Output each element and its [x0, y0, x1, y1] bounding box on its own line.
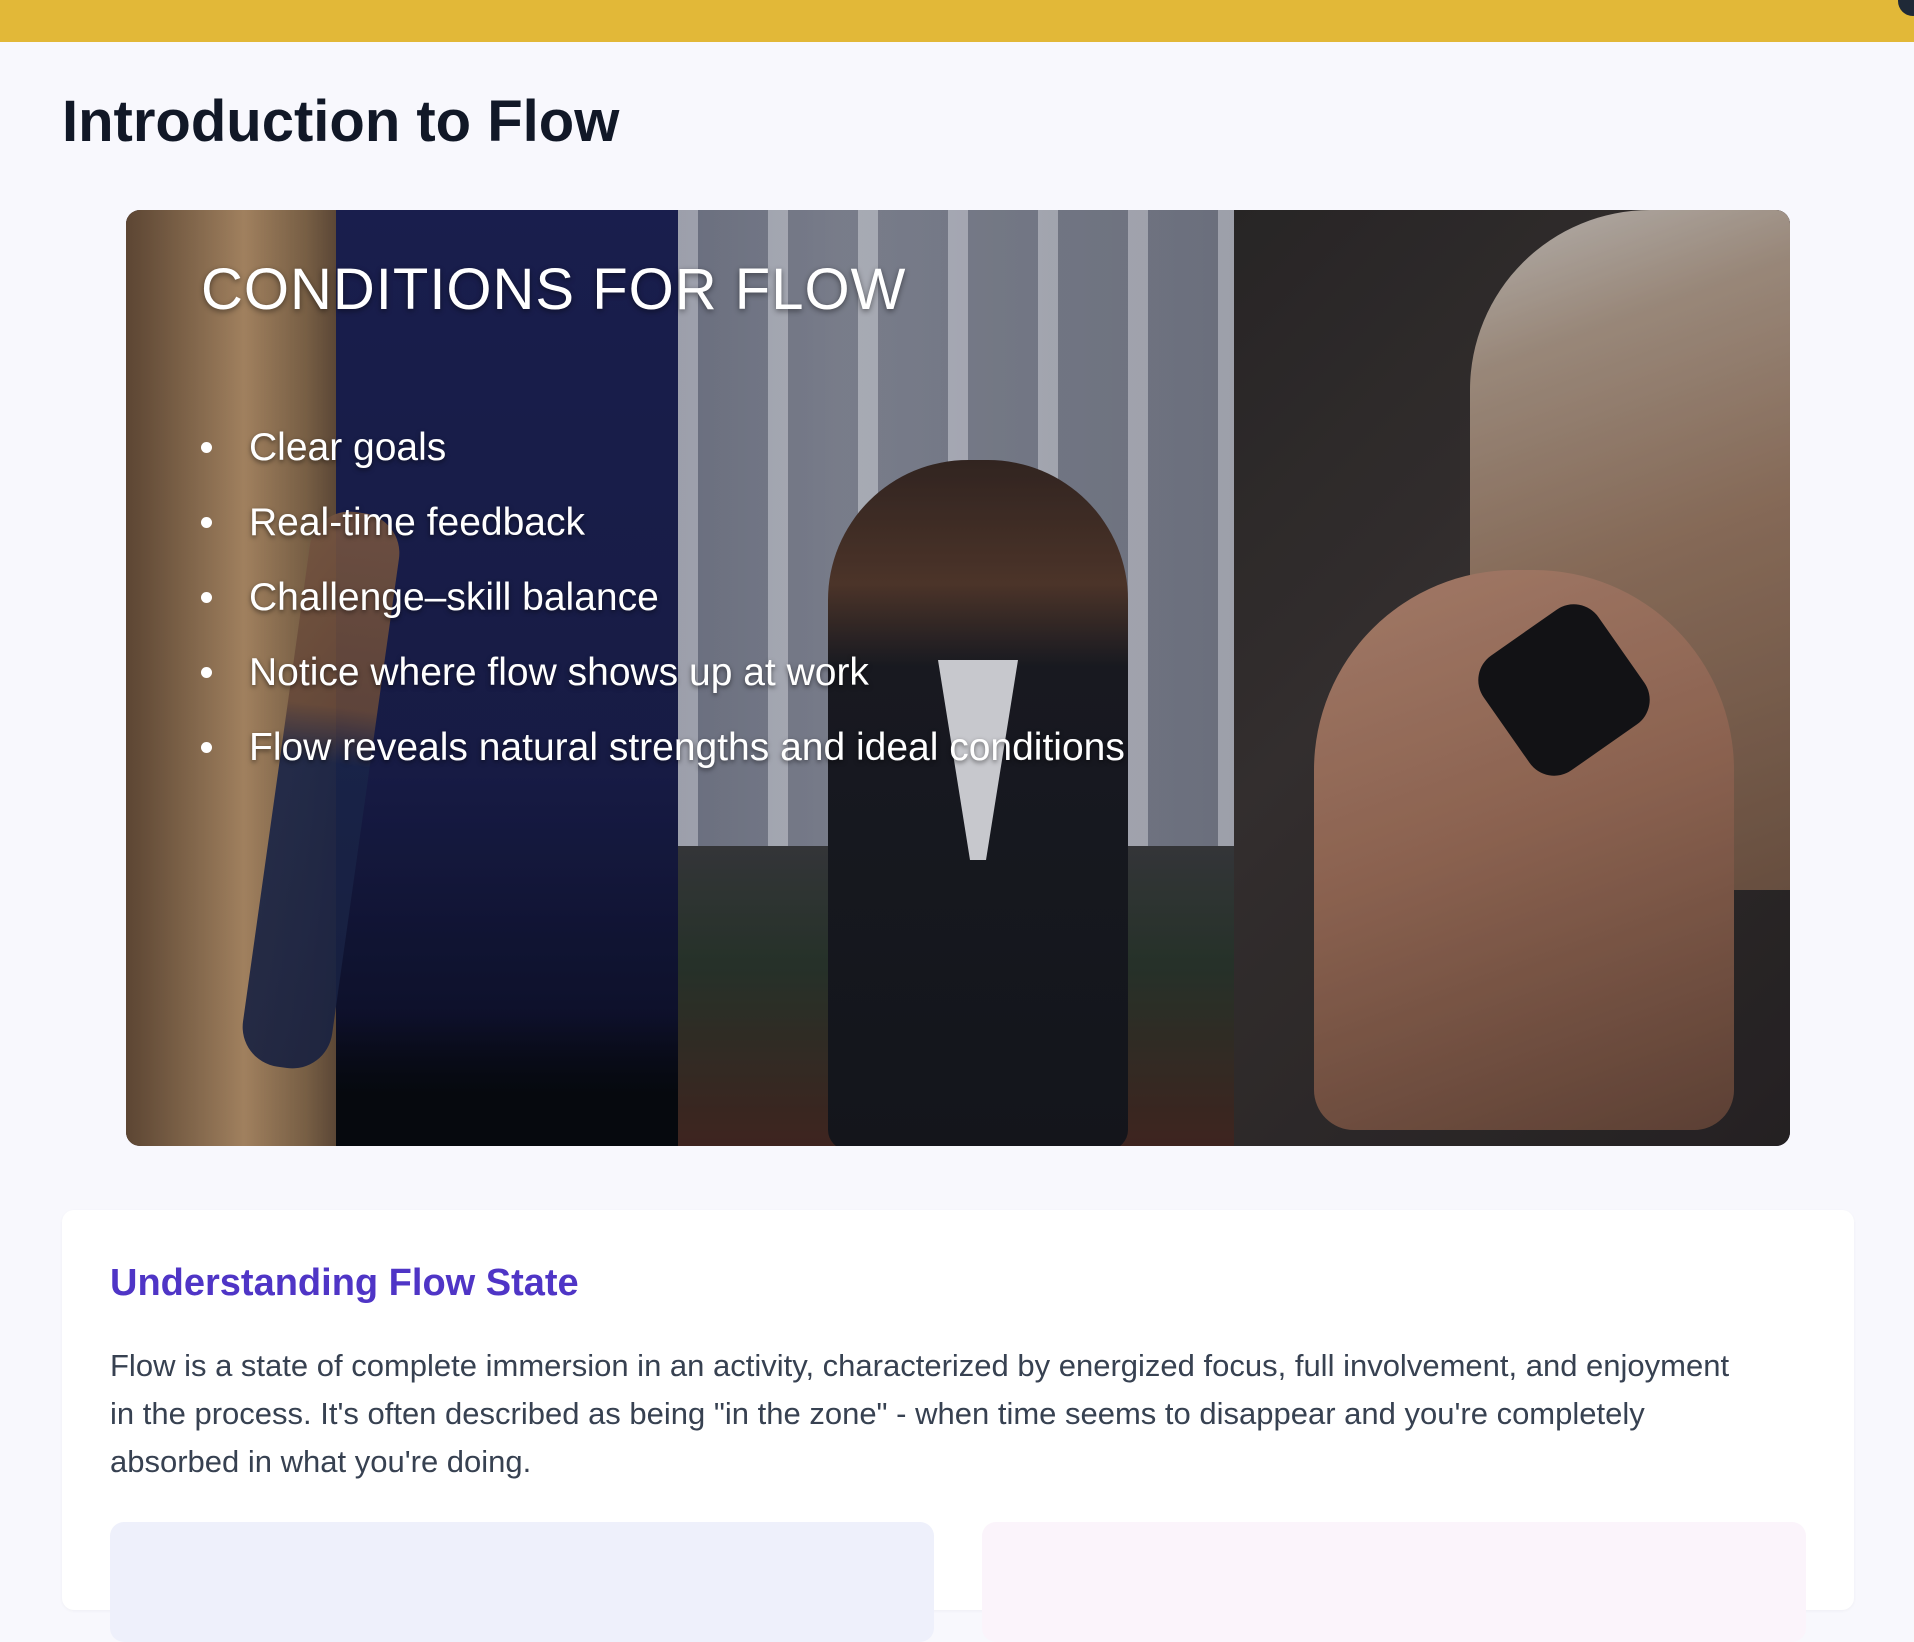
bullet-dot-icon	[201, 667, 212, 678]
slide-bullet-text: Notice where flow shows up at work	[249, 651, 869, 694]
slide-title: CONDITIONS FOR FLOW	[201, 257, 907, 322]
page-title: Introduction to Flow	[62, 89, 620, 154]
bullet-dot-icon	[201, 442, 212, 453]
profile-avatar[interactable]	[1898, 0, 1914, 16]
slide-bullet-list: Clear goals Real-time feedback Challenge…	[201, 410, 1125, 785]
section-title: Understanding Flow State	[110, 1262, 579, 1304]
slide-bullet-item: Challenge–skill balance	[201, 560, 1125, 635]
slide-bullet-text: Clear goals	[249, 426, 447, 469]
slide-image: CONDITIONS FOR FLOW Clear goals Real-tim…	[126, 210, 1790, 1146]
bullet-dot-icon	[201, 742, 212, 753]
info-card-left	[110, 1522, 934, 1642]
content-card: Understanding Flow State Flow is a state…	[62, 1210, 1854, 1642]
slide-bullet-text: Challenge–skill balance	[249, 576, 659, 619]
slide-bullet-item: Real-time feedback	[201, 485, 1125, 560]
section-body: Flow is a state of complete immersion in…	[110, 1348, 1730, 1479]
bullet-dot-icon	[201, 517, 212, 528]
slide-bullet-item: Clear goals	[201, 410, 1125, 485]
info-card-right	[982, 1522, 1806, 1642]
slide-bullet-text: Real-time feedback	[249, 501, 585, 544]
top-banner	[0, 0, 1914, 42]
slide-bullet-text: Flow reveals natural strengths and ideal…	[249, 726, 1125, 769]
bullet-dot-icon	[201, 592, 212, 603]
slide-bullet-item: Notice where flow shows up at work	[201, 635, 1125, 710]
slide-bullet-item: Flow reveals natural strengths and ideal…	[201, 710, 1125, 785]
